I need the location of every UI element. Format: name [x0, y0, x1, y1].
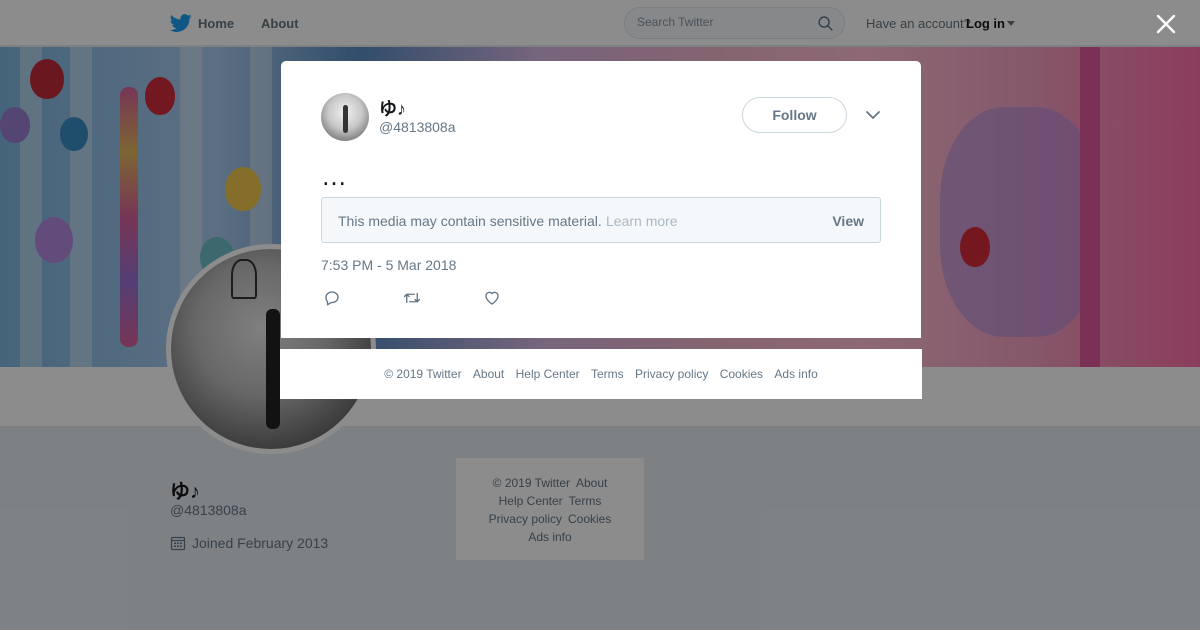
reply-icon[interactable] — [323, 289, 341, 307]
footer-link-privacy[interactable]: Privacy policy — [635, 367, 708, 381]
footer-link-about[interactable]: About — [473, 367, 504, 381]
chevron-down-icon[interactable] — [865, 109, 881, 121]
sensitive-media-notice: This media may contain sensitive materia… — [321, 197, 881, 243]
sensitive-message: This media may contain sensitive materia… — [338, 213, 602, 229]
footer-link-help-center[interactable]: Help Center — [516, 367, 580, 381]
retweet-icon[interactable] — [402, 289, 422, 307]
tweet-author-avatar[interactable] — [321, 93, 369, 141]
heart-icon[interactable] — [483, 289, 501, 307]
tweet-text: … — [321, 161, 349, 191]
tweet-author-handle[interactable]: @4813808a — [379, 119, 456, 135]
modal-footer: © 2019 Twitter About Help Center Terms P… — [280, 349, 922, 399]
tweet-author-name[interactable]: ゆ♪ — [379, 95, 406, 121]
view-button[interactable]: View — [832, 213, 864, 229]
close-icon[interactable] — [1155, 13, 1177, 35]
footer-copyright: © 2019 Twitter — [384, 367, 462, 381]
footer-link-ads-info[interactable]: Ads info — [774, 367, 817, 381]
tweet-timestamp[interactable]: 7:53 PM - 5 Mar 2018 — [321, 257, 456, 273]
footer-link-cookies[interactable]: Cookies — [720, 367, 763, 381]
tweet-modal: ゆ♪ @4813808a Follow … This media may con… — [281, 61, 921, 338]
learn-more-link[interactable]: Learn more — [606, 213, 678, 229]
follow-button[interactable]: Follow — [742, 97, 847, 133]
footer-link-terms[interactable]: Terms — [591, 367, 624, 381]
